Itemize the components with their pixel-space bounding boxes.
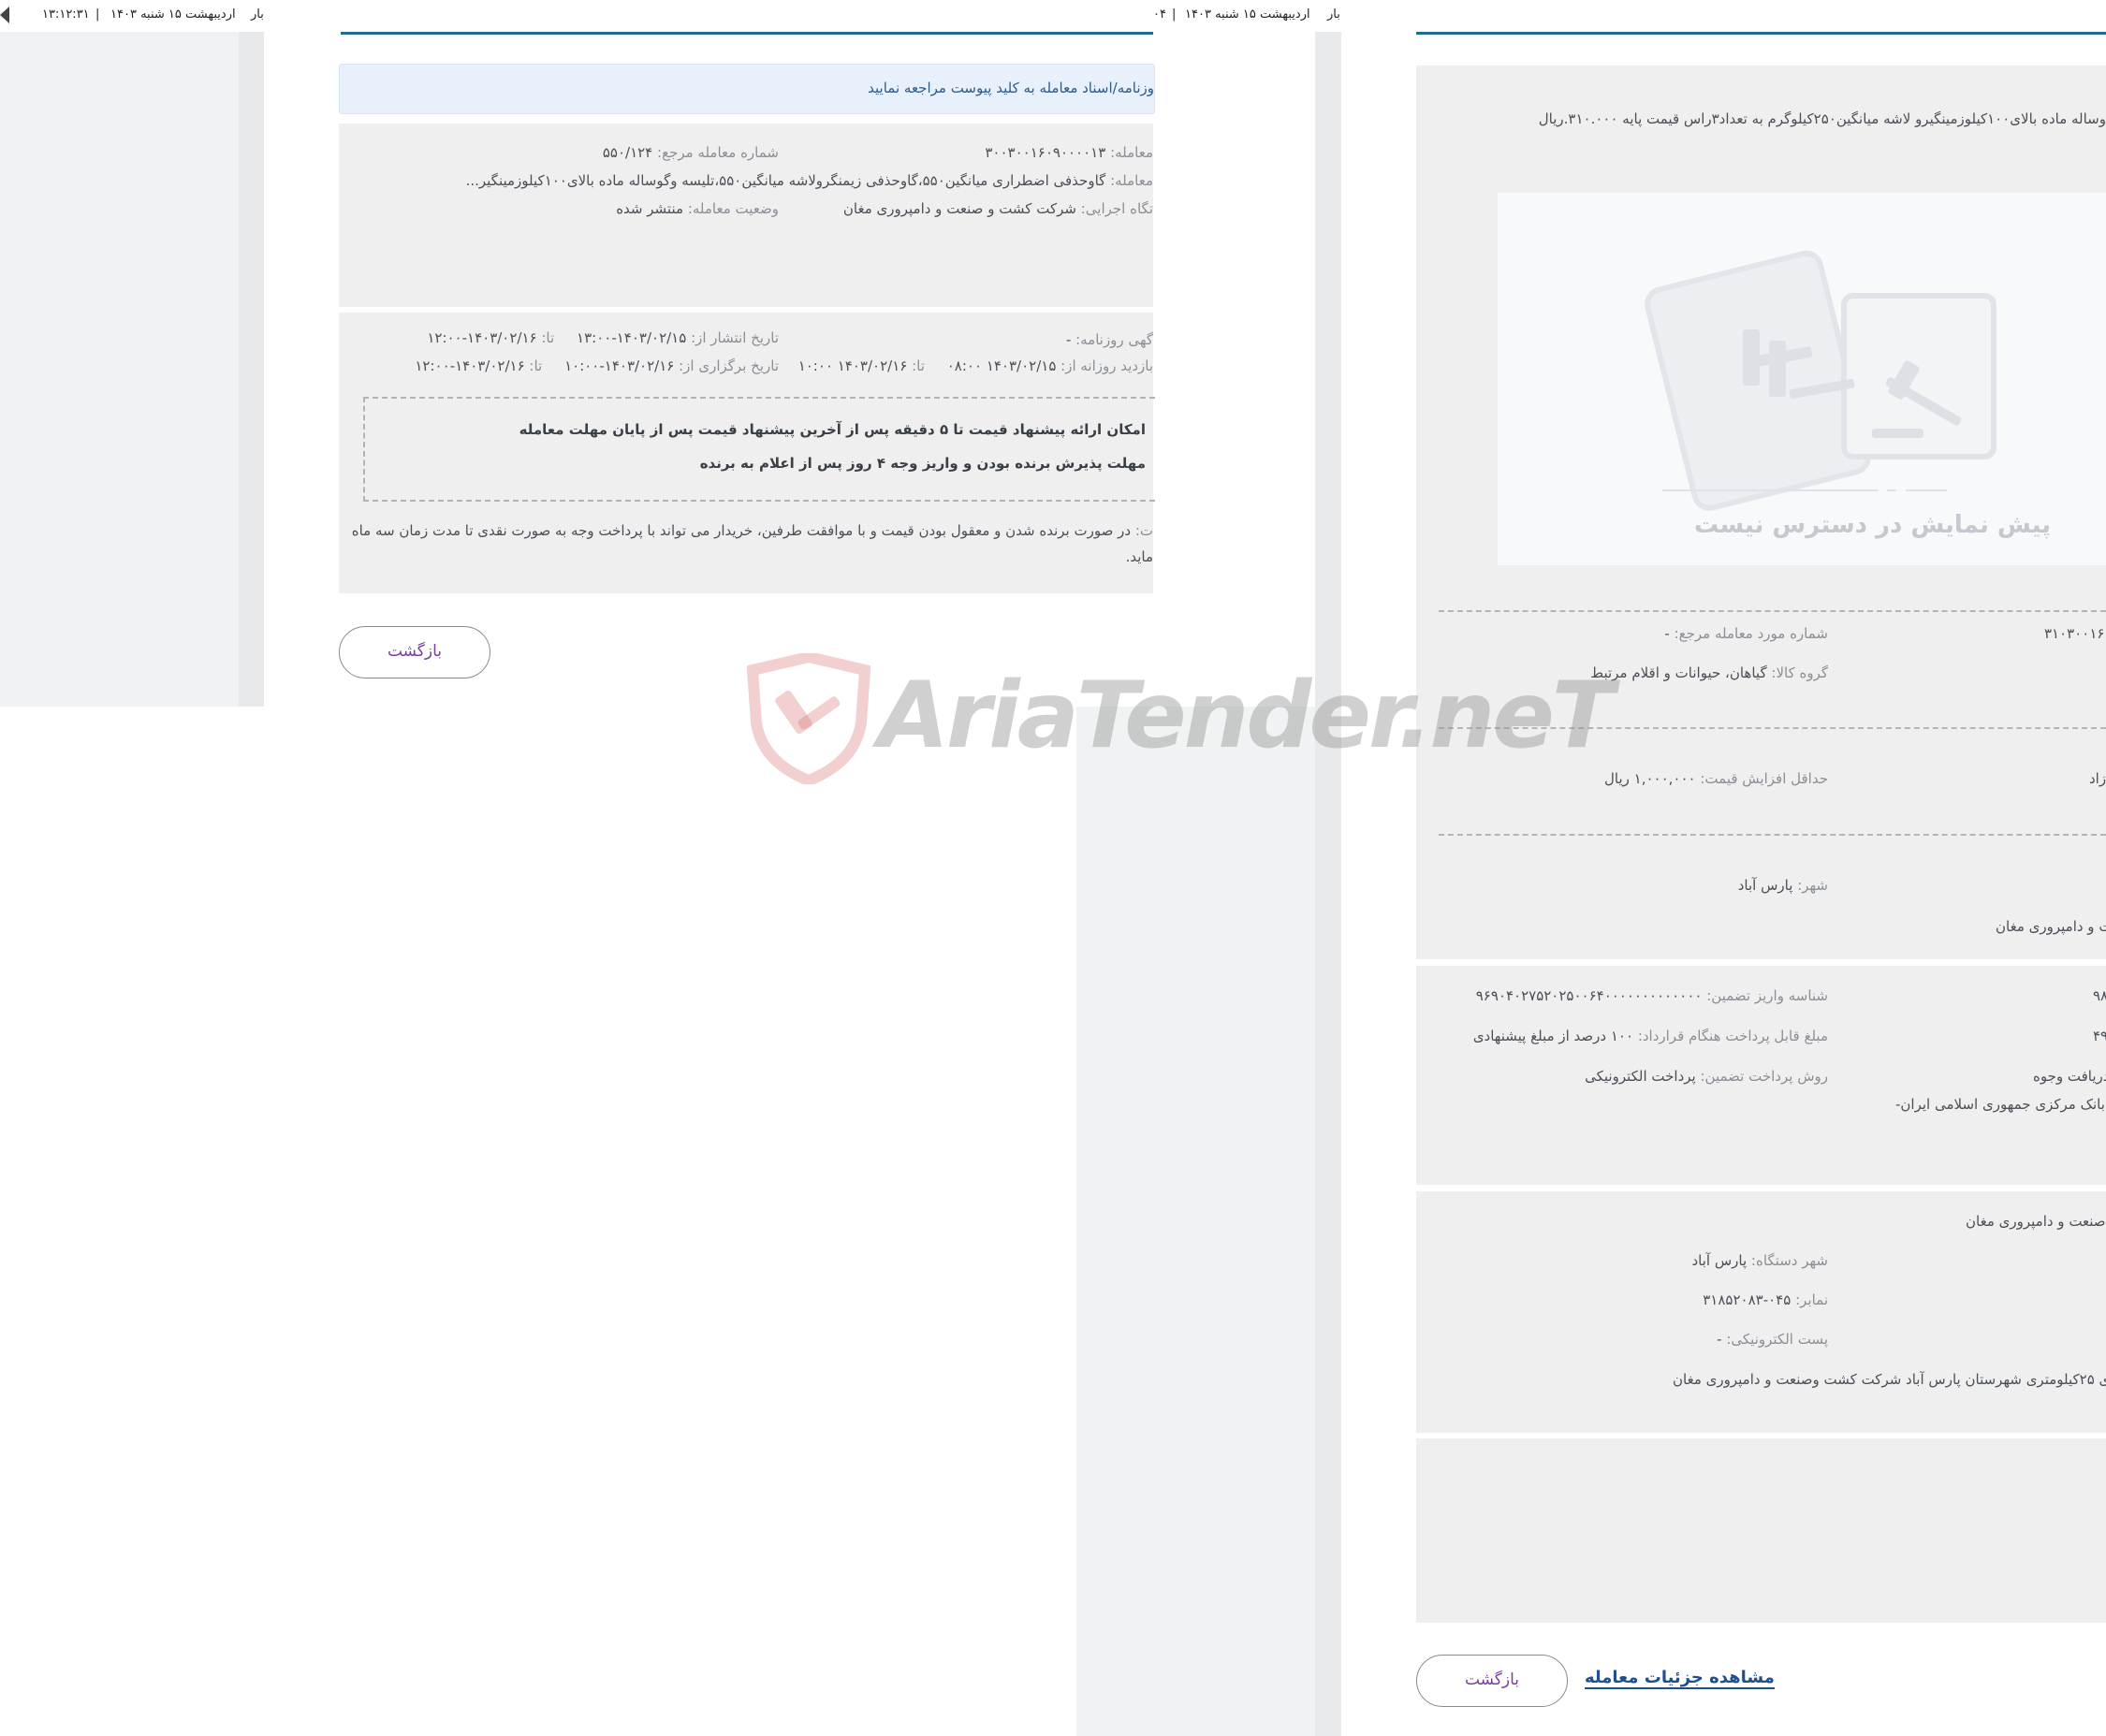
fax: نمابر: ۰۴۵-۳۱۸۵۲۰۸۳ xyxy=(1703,1291,1828,1308)
item-description: وساله ماده بالای۱۰۰کیلوزمینگیرو لاشه میا… xyxy=(1538,110,2106,127)
preview-placeholder xyxy=(1498,193,2106,565)
deal-subject: معامله: گاوحذفی اضطراری میانگین۵۵۰،گاوحذ… xyxy=(465,172,1153,189)
newspaper: گهی روزنامه: - xyxy=(1065,331,1153,348)
left-topbar: ۱۳:۱۲:۳۱ | اردیبهشت ۱۵ شنبه ۱۴۰۳ بار xyxy=(0,0,264,32)
info-notice-text: وزنامه/اسناد معامله به کلید پیوست مراجعه… xyxy=(868,80,1154,96)
left-scroll-gutter xyxy=(239,0,264,707)
middle-gray-lower xyxy=(1076,707,1315,1736)
payable-amount: مبلغ قابل پرداخت هنگام قرارداد: ۱۰۰ درصد… xyxy=(1472,1028,1828,1044)
frag-98: ۹۸ xyxy=(2093,987,2106,1004)
visit-date: بازدید روزانه از: ۱۴۰۳/۰۲/۱۵ ۰۸:۰۰ تا: ۱… xyxy=(797,357,1153,374)
item-no: ۳۱۰۳۰۰۱۶۰ xyxy=(2044,625,2106,642)
mid-sep: | xyxy=(1172,7,1177,22)
middle-header-line xyxy=(341,32,1153,35)
left-sep: | xyxy=(95,7,100,22)
left-background xyxy=(0,0,239,707)
deal-no: معامله: ۳۰۰۳۰۰۱۶۰۹۰۰۰۰۱۳ xyxy=(985,144,1153,161)
rule-2: مهلت پذیرش برنده بودن و واریز وجه ۴ روز … xyxy=(699,455,1146,472)
mid-frag: ۰۴ xyxy=(1153,7,1166,22)
hold-date: تاریخ برگزاری از: ۱۴۰۳/۰۲/۱۶-۱۰:۰۰ تا: ۱… xyxy=(415,357,779,374)
deal-status: وضعیت معامله: منتشر شده xyxy=(616,200,779,217)
divider-3 xyxy=(1439,834,2106,836)
executor: تگاه اجرایی: شرکت کشت و صنعت و دامپروری … xyxy=(842,200,1153,217)
aria-shield-logo xyxy=(747,653,870,784)
org-name-fragment: صنعت و دامپروری مغان xyxy=(1966,1213,2106,1230)
mid-datetime: اردیبهشت ۱۵ شنبه ۱۴۰۳ xyxy=(1185,7,1310,22)
mid-frag2: بار xyxy=(1327,7,1340,22)
notes-line2: ماید. xyxy=(1125,548,1153,565)
home-icon[interactable] xyxy=(0,7,9,23)
email: پست الکترونیکی: - xyxy=(1717,1331,1828,1348)
address-fragment: ی ۲۵کیلومتری شهرستان پارس آباد شرکت کشت … xyxy=(1673,1371,2106,1388)
ref-item: شماره مورد معامله مرجع: - xyxy=(1664,625,1828,642)
deal-summary-box: معامله: ۳۰۰۳۰۰۱۶۰۹۰۰۰۰۱۳ شماره معامله مر… xyxy=(339,124,1153,307)
watermark-text: AriaTender.neT xyxy=(878,663,1615,769)
back-button-middle[interactable]: بازگشت xyxy=(339,626,490,678)
right-header-line xyxy=(1416,32,2106,35)
preview-unavailable-text: پیش نمایش در دسترس نیست xyxy=(1694,511,2052,539)
frag-49: ۴۹ xyxy=(2093,1028,2106,1044)
notes-line1: ت: در صورت برنده شدن و معقول بودن قیمت و… xyxy=(351,522,1153,539)
min-increase: حداقل افزایش قیمت: ۱,۰۰۰,۰۰۰ ریال xyxy=(1604,770,1828,787)
gavel-documents-icon xyxy=(1645,250,1996,511)
ref-no: شماره معامله مرجع: ۵۵۰/۱۲۴ xyxy=(602,144,779,161)
city: شهر: پارس آباد xyxy=(1737,877,1828,894)
left-frag: بار xyxy=(251,7,264,22)
bank-fragment: - بانک مرکزی جمهوری اسلامی ایران- xyxy=(1895,1096,2106,1113)
org-fragment: ت و دامپروری مغان xyxy=(1996,918,2106,935)
divider-1 xyxy=(1439,610,2106,612)
info-notice: وزنامه/اسناد معامله به کلید پیوست مراجعه… xyxy=(339,64,1155,114)
publish-date: تاریخ انتشار از: ۱۴۰۳/۰۲/۱۵-۱۳:۰۰ تا: ۱۴… xyxy=(427,329,779,346)
mid-topbar: ۰۴ | اردیبهشت ۱۵ شنبه ۱۴۰۳ بار xyxy=(1153,0,1341,32)
left-time: ۱۳:۱۲:۳۱ xyxy=(42,7,90,22)
guarantee-id: شناسه واریز تضمین: ۹۶۹۰۴۰۲۷۵۲۰۲۵۰۰۶۴۰۰۰۰… xyxy=(1475,987,1828,1004)
frag-receive: دریافت وجوه xyxy=(2033,1068,2106,1085)
right-scroll-gutter xyxy=(1315,0,1341,1736)
rule-1: امکان ارائه پیشنهاد قیمت تا ۵ دقیقه پس ا… xyxy=(519,421,1146,438)
attachments-section xyxy=(1416,1438,2106,1623)
rules-box: امکان ارائه پیشنهاد قیمت تا ۵ دقیقه پس ا… xyxy=(363,397,1155,502)
frag-zad: زاد xyxy=(2089,770,2106,787)
org-city: شهر دستگاه: پارس آباد xyxy=(1691,1252,1828,1269)
left-datetime: اردیبهشت ۱۵ شنبه ۱۴۰۳ xyxy=(110,7,236,22)
pay-method: روش پرداخت تضمین: پرداخت الکترونیکی xyxy=(1585,1068,1828,1085)
back-button-right[interactable]: بازگشت xyxy=(1416,1655,1568,1707)
view-deal-details-link[interactable]: مشاهده جزئیات معامله xyxy=(1585,1668,1775,1689)
item-group: گروه کالا: گیاهان، حیوانات و اقلام مرتبط xyxy=(1590,664,1828,681)
